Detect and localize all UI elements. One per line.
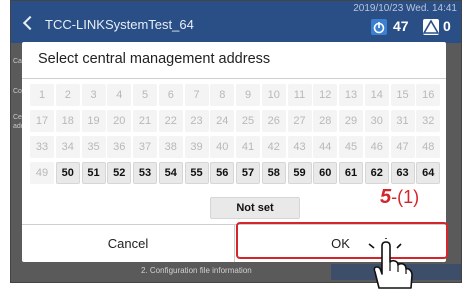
address-cell: 47 [390,136,415,158]
device-frame: TCC-LINKSystemTest_64 2019/10/23 Wed. 14… [0,0,472,291]
address-cell: 5 [133,84,157,106]
warning-count: 0 [443,18,451,34]
address-cell: 14 [364,84,389,106]
address-cell: 45 [339,136,363,158]
header-bar: TCC-LINKSystemTest_64 2019/10/23 Wed. 14… [11,1,461,43]
address-cell[interactable]: 63 [390,162,415,184]
address-cell[interactable]: 60 [313,162,338,184]
address-cell: 43 [287,136,312,158]
address-cell: 34 [55,136,80,158]
address-cell: 23 [184,110,209,132]
address-cell: 26 [261,110,286,132]
address-cell: 22 [158,110,183,132]
address-cell: 31 [390,110,415,132]
address-row: 17 18 19 20 21 22 23 24 25 26 27 28 29 30 31 32 [30,110,444,134]
address-cell: 6 [158,84,183,106]
address-row: 49 50 51 52 53 54 55 56 57 58 59 60 61 62 63 64 [30,162,444,186]
address-cell: 10 [261,84,286,106]
ok-highlight-frame [236,222,448,259]
address-cell: 12 [313,84,338,106]
address-cell[interactable]: 55 [184,162,209,184]
address-cell: 9 [236,84,260,106]
address-cell: 40 [210,136,235,158]
address-cell: 33 [30,136,54,158]
power-status-icon [371,19,387,35]
address-cell: 39 [184,136,209,158]
address-cell: 36 [107,136,132,158]
step-callout: 5-(1) [380,186,419,209]
address-cell: 42 [261,136,286,158]
address-cell: 16 [416,84,441,106]
address-cell: 41 [236,136,260,158]
step-number: 5 [380,186,392,208]
address-cell: 30 [364,110,389,132]
bg-footer-text: 2. Configuration file information [141,266,252,275]
cancel-button[interactable]: Cancel [22,225,234,262]
address-cell: 35 [81,136,106,158]
address-cell: 7 [184,84,209,106]
dialog-title: Select central management address [38,51,271,67]
address-cell[interactable]: 62 [364,162,389,184]
address-cell: 17 [30,110,54,132]
address-row: 33 34 35 36 37 38 39 40 41 42 43 44 45 46 47 48 [30,136,444,160]
address-cell: 28 [313,110,338,132]
address-cell[interactable]: 53 [133,162,157,184]
not-set-button[interactable]: Not set [210,197,300,219]
datetime: 2019/10/23 Wed. 14:41 [353,3,457,14]
address-cell: 20 [107,110,132,132]
address-cell: 27 [287,110,312,132]
address-cell[interactable]: 52 [107,162,132,184]
hand-pointer-icon [368,238,413,289]
address-cell: 48 [416,136,441,158]
alarm-count: 47 [393,18,409,34]
address-cell[interactable]: 56 [210,162,235,184]
address-cell[interactable]: 64 [416,162,441,184]
address-cell[interactable]: 57 [236,162,260,184]
address-cell: 2 [55,84,80,106]
address-cell: 46 [364,136,389,158]
address-cell: 49 [30,162,54,184]
address-cell[interactable]: 58 [261,162,286,184]
address-cell: 24 [210,110,235,132]
address-cell[interactable]: 54 [158,162,183,184]
app-title: TCC-LINKSystemTest_64 [45,17,194,32]
address-cell: 37 [133,136,157,158]
address-cell: 3 [81,84,106,106]
address-cell[interactable]: 51 [81,162,106,184]
divider [22,78,446,79]
address-cell: 21 [133,110,157,132]
address-cell: 19 [81,110,106,132]
address-cell[interactable]: 50 [55,162,80,184]
address-cell: 29 [339,110,363,132]
address-row: 1 2 3 4 5 6 7 8 9 10 11 12 13 14 15 16 [30,84,444,108]
address-cell[interactable]: 59 [287,162,312,184]
address-cell: 8 [210,84,235,106]
address-cell: 44 [313,136,338,158]
address-cell: 18 [55,110,80,132]
address-cell: 38 [158,136,183,158]
address-cell: 11 [287,84,312,106]
address-cell: 25 [236,110,260,132]
back-arrow-icon[interactable] [22,15,38,31]
address-grid: 1 2 3 4 5 6 7 8 9 10 11 12 13 14 15 16 17 18 19 20 21 22 23 24 2… [30,84,444,188]
step-suffix: -(1) [391,187,420,207]
address-cell[interactable]: 61 [339,162,363,184]
address-cell: 4 [107,84,132,106]
warning-icon [422,19,440,35]
address-cell: 13 [339,84,363,106]
address-cell: 15 [390,84,415,106]
address-cell: 1 [30,84,54,106]
address-cell: 32 [416,110,441,132]
